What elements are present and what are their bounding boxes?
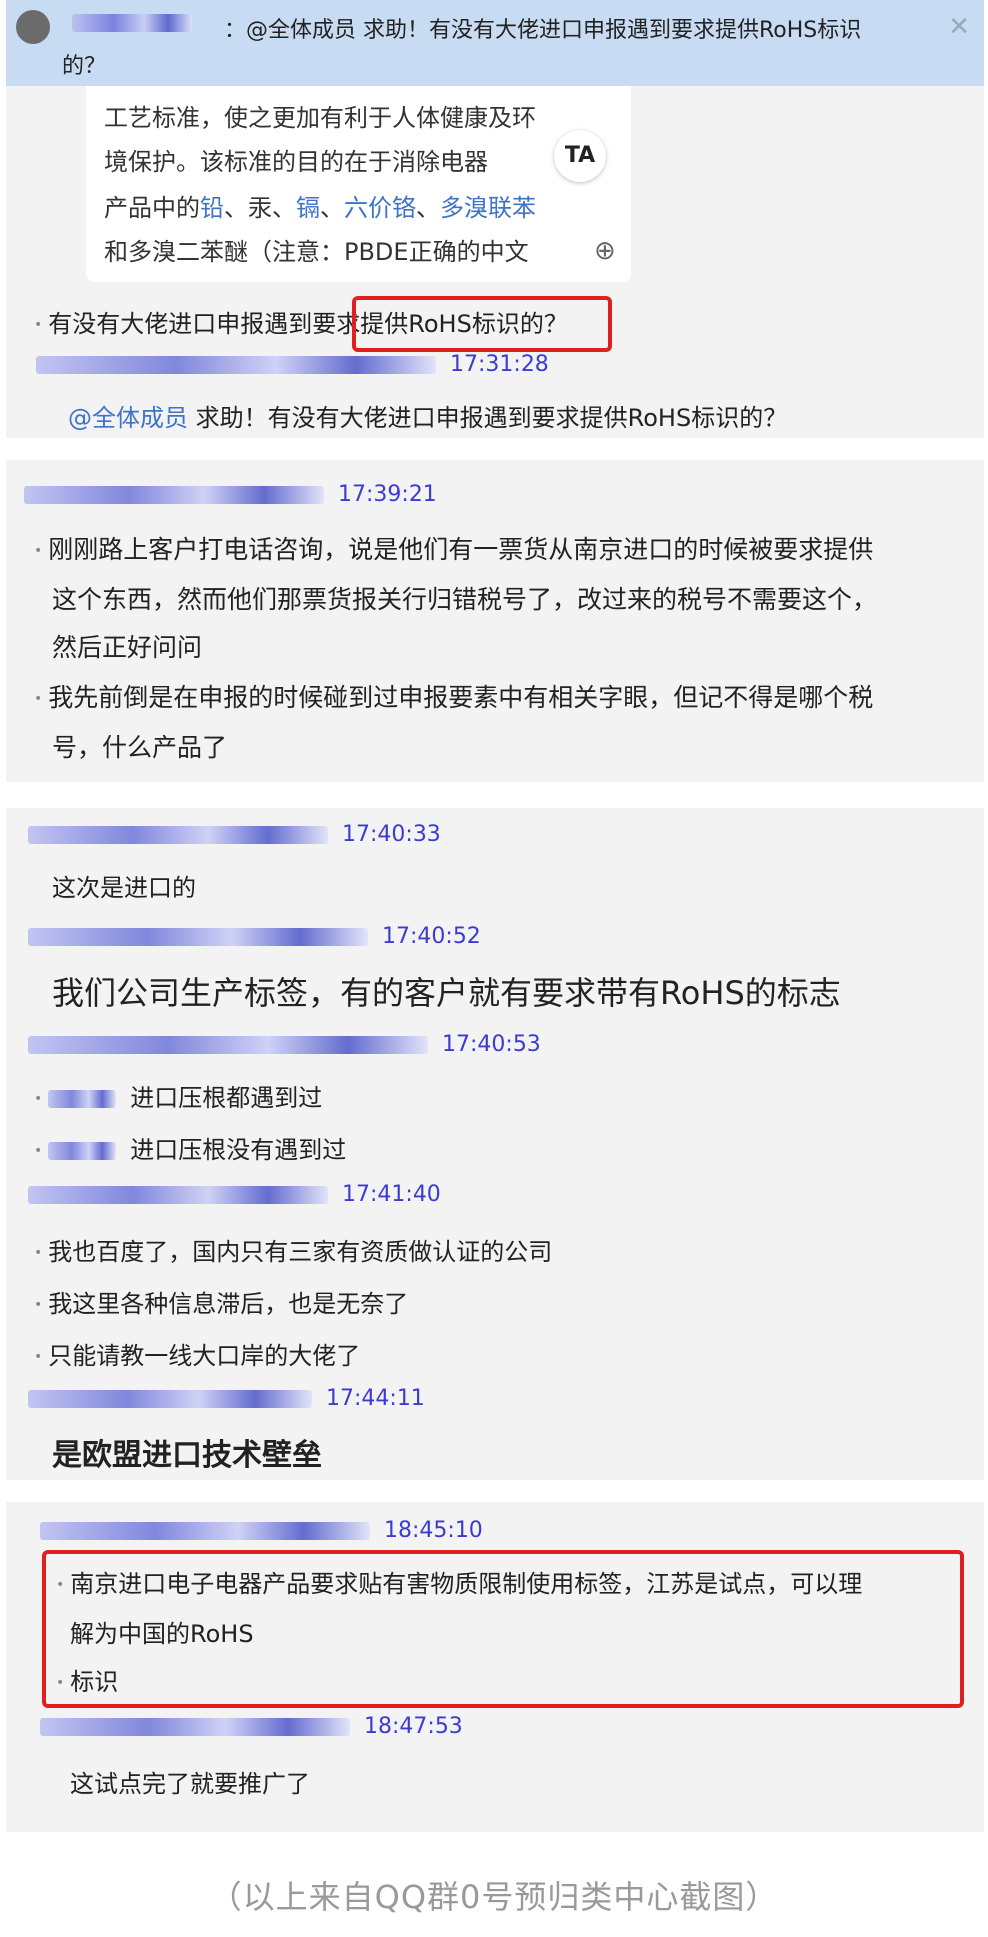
link-lead[interactable]: 铅 bbox=[200, 194, 224, 222]
chat-message: • 我也百度了，国内只有三家有资质做认证的公司 bbox=[34, 1238, 553, 1266]
message-text: 只能请教一线大口岸的大佬了 bbox=[48, 1342, 361, 1370]
message-header: 17:40:53 bbox=[28, 1032, 541, 1057]
notice-text-line1: ：@全体成员 求助！有没有大佬进口申报遇到要求提供RoHS标识 bbox=[224, 18, 862, 43]
message-header: 18:47:53 bbox=[40, 1714, 463, 1739]
link-cadmium[interactable]: 镉 bbox=[296, 194, 320, 222]
sender-name-blurred bbox=[72, 14, 192, 32]
message-text: 标识 bbox=[70, 1668, 119, 1696]
chat-panel-4: 18:45:10 • 南京进口电子电器产品要求贴有害物质限制使用标签，江苏是试点，… bbox=[6, 1502, 984, 1832]
excerpt-text: 产品中的 bbox=[104, 194, 200, 222]
timestamp: 17:40:33 bbox=[342, 822, 441, 847]
zoom-icon[interactable]: ⊕ bbox=[594, 236, 616, 266]
message-header: 18:45:10 bbox=[40, 1518, 483, 1543]
message-text: 刚刚路上客户打电话咨询，说是他们有一票货从南京进口的时候被要求提供 bbox=[48, 535, 874, 564]
message-text: 这试点完了就要推广了 bbox=[70, 1770, 310, 1798]
chat-message: • 只能请教一线大口岸的大佬了 bbox=[34, 1342, 361, 1370]
message-text: 号，什么产品了 bbox=[52, 733, 228, 762]
mention-all[interactable]: @全体成员 bbox=[68, 404, 188, 432]
message-text: 然后正好问问 bbox=[52, 633, 203, 662]
sender-name-blurred bbox=[24, 485, 324, 504]
timestamp: 17:44:11 bbox=[326, 1386, 425, 1411]
timestamp: 17:40:53 bbox=[442, 1032, 541, 1057]
emoji-blurred bbox=[48, 1142, 117, 1160]
message-text: 我先前倒是在申报的时候碰到过申报要素中有相关字眼，但记不得是哪个税 bbox=[48, 683, 874, 712]
sender-name-blurred bbox=[28, 927, 368, 946]
figure-caption: （以上来自QQ群0号预归类中心截图） bbox=[209, 1878, 779, 1916]
sender-name-blurred bbox=[28, 1185, 328, 1204]
message-text: 南京进口电子电器产品要求贴有害物质限制使用标签，江苏是试点，可以理 bbox=[70, 1570, 863, 1598]
highlight-box bbox=[352, 296, 612, 352]
chat-panel-3: 17:40:33 这次是进口的 17:40:52 我们公司生产标签，有的客户就有… bbox=[6, 808, 984, 1480]
excerpt-line: 产品中的铅、汞、镉、六价铬、多溴联苯 bbox=[104, 188, 536, 223]
message-text: 解为中国的RoHS bbox=[70, 1620, 254, 1648]
message-text: 我也百度了，国内只有三家有资质做认证的公司 bbox=[48, 1238, 553, 1266]
chat-panel-1: 工艺标准，使之更加有利于人体健康及环 境保护。该标准的目的在于消除电器 产品中的… bbox=[6, 86, 984, 438]
message-text: 这次是进口的 bbox=[52, 874, 196, 902]
message-text-bold: 是欧盟进口技术壁垒 bbox=[52, 1438, 322, 1473]
timestamp: 17:31:28 bbox=[450, 352, 549, 377]
sender-name-blurred bbox=[40, 1521, 370, 1540]
sender-name-blurred bbox=[28, 1035, 428, 1054]
message-header: 17:40:33 bbox=[28, 822, 441, 847]
message-header: 17:41:40 bbox=[28, 1182, 441, 1207]
excerpt-line: 境保护。该标准的目的在于消除电器 bbox=[104, 148, 488, 176]
sender-name-blurred bbox=[28, 1389, 312, 1408]
chat-message: • 进口压根都遇到过 bbox=[34, 1084, 323, 1112]
chat-message: • 刚刚路上客户打电话咨询，说是他们有一票货从南京进口的时候被要求提供 bbox=[34, 535, 874, 564]
sender-name-blurred bbox=[40, 1717, 350, 1736]
timestamp: 18:45:10 bbox=[384, 1518, 483, 1543]
message-header: 17:39:21 bbox=[24, 482, 437, 507]
sender-avatar bbox=[16, 10, 50, 44]
message-header: 17:44:11 bbox=[28, 1386, 425, 1411]
timestamp: 18:47:53 bbox=[364, 1714, 463, 1739]
chat-message: • 我先前倒是在申报的时候碰到过申报要素中有相关字眼，但记不得是哪个税 bbox=[34, 683, 874, 712]
sender-name-blurred bbox=[36, 355, 436, 374]
close-icon[interactable]: ✕ bbox=[948, 12, 970, 42]
timestamp: 17:40:52 bbox=[382, 924, 481, 949]
message-text: 进口压根都遇到过 bbox=[130, 1084, 323, 1112]
chat-message: • 进口压根没有遇到过 bbox=[34, 1136, 347, 1164]
notice-bar[interactable]: ：@全体成员 求助！有没有大佬进口申报遇到要求提供RoHS标识 的？ ✕ bbox=[6, 0, 984, 86]
message-text-large: 我们公司生产标签，有的客户就有要求带有RoHS的标志 bbox=[52, 974, 841, 1012]
message-text: 求助！有没有大佬进口申报遇到要求提供RoHS标识的？ bbox=[188, 404, 788, 432]
chat-message: • 南京进口电子电器产品要求贴有害物质限制使用标签，江苏是试点，可以理 bbox=[56, 1570, 863, 1598]
ta-icon[interactable]: TA bbox=[554, 130, 606, 182]
chat-message: • 标识 bbox=[56, 1668, 119, 1696]
excerpt-line: 工艺标准，使之更加有利于人体健康及环 bbox=[104, 104, 536, 132]
chat-message: • 我这里各种信息滞后，也是无奈了 bbox=[34, 1290, 409, 1318]
message-text: 我这里各种信息滞后，也是无奈了 bbox=[48, 1290, 409, 1318]
link-chromium[interactable]: 六价铬 bbox=[344, 194, 416, 222]
chat-message: @全体成员 求助！有没有大佬进口申报遇到要求提供RoHS标识的？ bbox=[68, 398, 787, 433]
emoji-blurred bbox=[48, 1090, 117, 1108]
excerpt-text: 、 bbox=[416, 194, 440, 222]
message-header: 17:31:28 bbox=[36, 352, 549, 377]
notice-text-line2: 的？ bbox=[62, 54, 107, 79]
timestamp: 17:41:40 bbox=[342, 1182, 441, 1207]
excerpt-line: 和多溴二苯醚（注意：PBDE正确的中文 bbox=[104, 238, 529, 266]
excerpt-text: 、 bbox=[320, 194, 344, 222]
excerpt-text: 、汞、 bbox=[224, 194, 296, 222]
message-header: 17:40:52 bbox=[28, 924, 481, 949]
chat-panel-2: 17:39:21 • 刚刚路上客户打电话咨询，说是他们有一票货从南京进口的时候被要… bbox=[6, 460, 984, 782]
sender-name-blurred bbox=[28, 825, 328, 844]
shared-excerpt-card: 工艺标准，使之更加有利于人体健康及环 境保护。该标准的目的在于消除电器 产品中的… bbox=[86, 86, 631, 282]
message-text: 进口压根没有遇到过 bbox=[130, 1136, 347, 1164]
link-pbb[interactable]: 多溴联苯 bbox=[440, 194, 536, 222]
timestamp: 17:39:21 bbox=[338, 482, 437, 507]
message-text: 这个东西，然而他们那票货报关行归错税号了，改过来的税号不需要这个， bbox=[52, 585, 878, 614]
